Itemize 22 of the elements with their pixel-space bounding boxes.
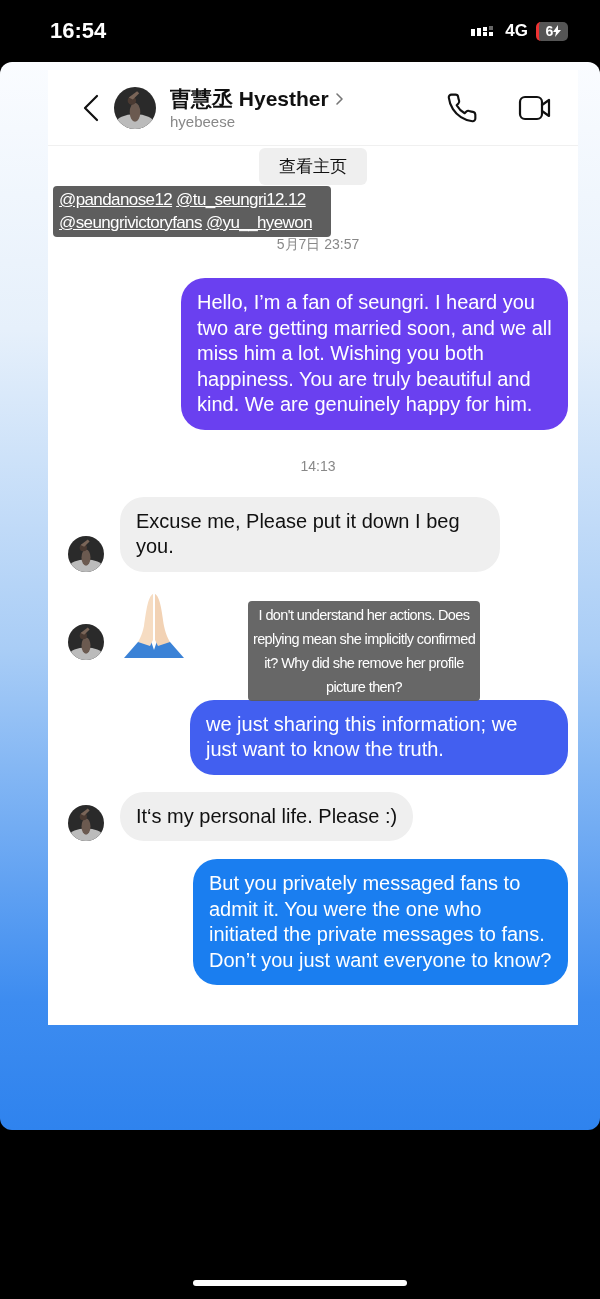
mention-tag[interactable]: @yu__hyewon — [205, 213, 312, 233]
phone-icon[interactable] — [446, 91, 478, 124]
sent-message: But you privately messaged fans to admit it. You were the one who initiated the private messages to fans. Don’t you just want everyone to know? — [193, 859, 568, 985]
username: hyebeese — [170, 113, 237, 130]
sent-message: Hello, I’m a fan of seungri. I heard you two are getting married soon, and we all miss him a lot. Wishing you both happiness. You are truly beautiful and kind. We are genuinely happy for him. — [181, 278, 568, 430]
received-message: It‘s my personal life. Please :) — [120, 791, 414, 841]
sent-message: we just sharing this information; we just want to know the truth. — [190, 699, 568, 775]
network-label: 4G — [505, 21, 528, 41]
mention-tag[interactable]: @pandanose12 — [59, 190, 173, 210]
timestamp: 5月7日 23:57 — [276, 236, 360, 254]
clock: 16:54 — [50, 18, 107, 44]
view-profile-button[interactable]: 查看主页 — [259, 148, 367, 185]
mention-tag[interactable]: @seungrivictoryfans — [59, 213, 202, 233]
received-message: Excuse me, Please put it down I beg you. — [120, 496, 500, 572]
chevron-icon[interactable] — [334, 92, 344, 106]
mention-tag[interactable]: @tu_seungri12.12 — [176, 190, 306, 210]
contact-name[interactable]: 曺慧丞 Hyesther — [170, 85, 329, 113]
video-call-icon[interactable] — [518, 93, 552, 122]
battery-icon: 6 — [536, 21, 568, 41]
story-caption: I don't understand her actions. Does replying mean she implicitly confirmed it? Why did she remove her profile picture then? — [248, 601, 480, 701]
timestamp: 14:13 — [300, 457, 336, 474]
back-icon[interactable] — [82, 93, 100, 122]
